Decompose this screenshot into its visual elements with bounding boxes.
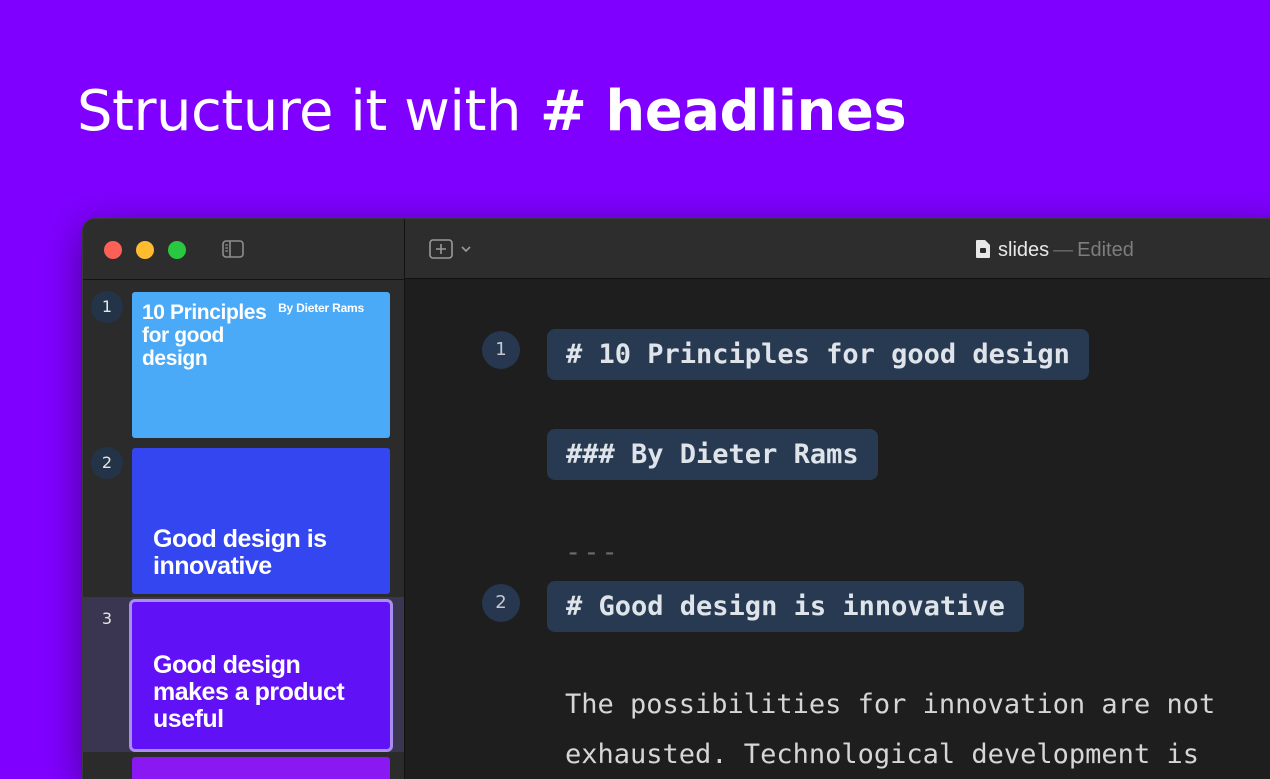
slide-number: 2: [91, 447, 123, 479]
heading-line[interactable]: # Good design is innovative: [547, 581, 1024, 632]
add-slide-button[interactable]: [429, 239, 475, 261]
slide-number: 1: [91, 291, 123, 323]
subheading-line[interactable]: ### By Dieter Rams: [547, 429, 878, 480]
title-separator: —: [1053, 239, 1074, 261]
sidebar-titlebar: [83, 219, 404, 280]
slide-thumbnail-1[interactable]: 10 Principles for good design By Dieter …: [132, 292, 390, 438]
headline: Structure it with # headlines: [77, 72, 907, 152]
slide-marker-1[interactable]: 1: [482, 331, 520, 369]
heading-line[interactable]: # 10 Principles for good design: [547, 329, 1089, 380]
slide-divider[interactable]: ---: [565, 537, 620, 568]
close-window-button[interactable]: [104, 241, 122, 259]
document-title: slides — Edited: [975, 238, 1134, 262]
slide-thumbnail-title: 10 Principles for good design: [142, 301, 267, 370]
app-window: 1 2 3 10 Principles for good design By D…: [83, 219, 1270, 779]
document-icon: [976, 240, 990, 258]
headline-light: Structure it with: [77, 79, 521, 144]
body-text-line[interactable]: The possibilities for innovation are not: [565, 689, 1215, 720]
slide-marker-2[interactable]: 2: [482, 584, 520, 622]
slide-thumbnail-title: Good design is innovative: [153, 525, 327, 580]
slide-thumbnail-title: Good design makes a product useful: [153, 651, 345, 733]
slide-thumbnail-3[interactable]: Good design makes a product useful: [129, 599, 393, 752]
editor-titlebar: slides — Edited: [405, 219, 1270, 279]
minimize-window-button[interactable]: [136, 241, 154, 259]
slide-thumbnail-2[interactable]: Good design is innovative: [132, 448, 390, 594]
document-status: Edited: [1077, 239, 1134, 261]
slide-thumbnail-4[interactable]: [132, 757, 390, 779]
slide-number: 3: [101, 609, 113, 628]
body-text-line[interactable]: exhausted. Technological development is: [565, 739, 1199, 770]
slide-thumbnail-author: By Dieter Rams: [278, 301, 364, 315]
sidebar-toggle-icon[interactable]: [222, 240, 244, 258]
headline-bold: # headlines: [539, 79, 907, 144]
document-name: slides: [998, 239, 1050, 261]
markdown-editor[interactable]: slides — Edited 1 # 10 Principles for good…: [405, 219, 1270, 779]
zoom-window-button[interactable]: [168, 241, 186, 259]
